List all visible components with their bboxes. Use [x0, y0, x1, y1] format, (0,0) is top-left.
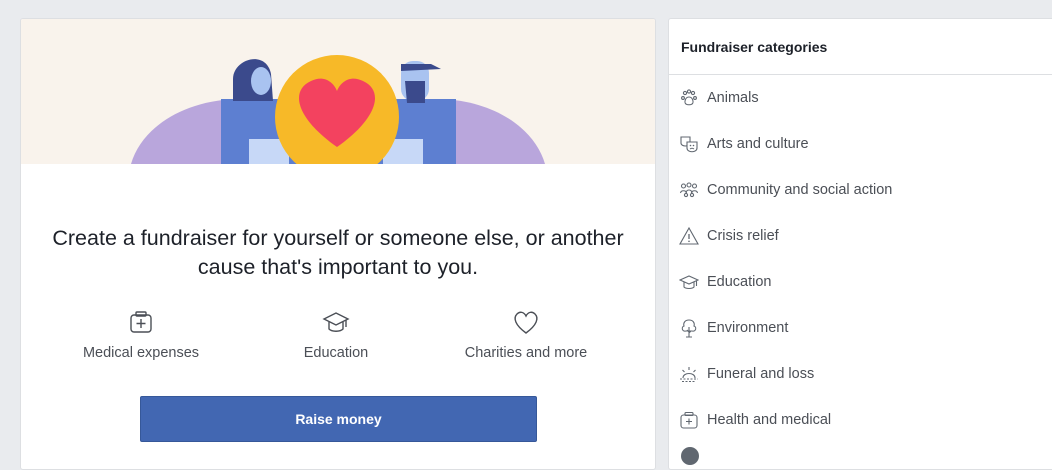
category-label: Arts and culture	[707, 136, 809, 152]
fundraiser-categories-panel: Fundraiser categories Animals Arts and c…	[668, 18, 1052, 470]
fundraiser-create-card: Create a fundraiser for yourself or some…	[20, 18, 656, 470]
category-animals[interactable]: Animals	[669, 75, 1052, 121]
category-label: Education	[707, 274, 772, 290]
feature-education: Education	[236, 307, 436, 361]
category-education[interactable]: Education	[669, 259, 1052, 305]
next-category-icon	[681, 447, 699, 465]
category-crisis-relief[interactable]: Crisis relief	[669, 213, 1052, 259]
category-environment[interactable]: Environment	[669, 305, 1052, 351]
heart-icon	[426, 307, 626, 337]
category-label: Community and social action	[707, 182, 893, 198]
feature-charities: Charities and more	[426, 307, 626, 361]
tree-icon	[678, 317, 700, 339]
graduation-cap-icon	[236, 307, 436, 337]
medical-kit-icon	[41, 307, 241, 337]
category-label: Animals	[707, 90, 759, 106]
feature-label: Charities and more	[464, 345, 588, 361]
category-arts-and-culture[interactable]: Arts and culture	[669, 121, 1052, 167]
sunset-icon	[678, 363, 700, 385]
category-label: Crisis relief	[707, 228, 779, 244]
warning-triangle-icon	[678, 225, 700, 247]
category-label: Funeral and loss	[707, 366, 815, 382]
category-label: Health and medical	[707, 412, 832, 428]
raise-money-button[interactable]: Raise money	[140, 396, 537, 442]
people-group-icon	[678, 179, 700, 201]
page-headline: Create a fundraiser for yourself or some…	[52, 226, 624, 279]
theater-masks-icon	[678, 133, 700, 155]
medical-kit-icon	[678, 409, 700, 431]
paw-icon	[678, 87, 700, 109]
feature-label: Education	[303, 345, 369, 361]
categories-list: Animals Arts and culture Community and s…	[669, 75, 1052, 443]
graduation-cap-icon	[678, 271, 700, 293]
category-funeral-and-loss[interactable]: Funeral and loss	[669, 351, 1052, 397]
feature-medical-expenses: Medical expenses	[41, 307, 241, 361]
feature-label: Medical expenses	[82, 345, 200, 361]
category-label: Environment	[707, 320, 789, 336]
hero-illustration	[21, 19, 655, 164]
category-community-and-social-action[interactable]: Community and social action	[669, 167, 1052, 213]
category-health-and-medical[interactable]: Health and medical	[669, 397, 1052, 443]
categories-title: Fundraiser categories	[669, 19, 1052, 75]
